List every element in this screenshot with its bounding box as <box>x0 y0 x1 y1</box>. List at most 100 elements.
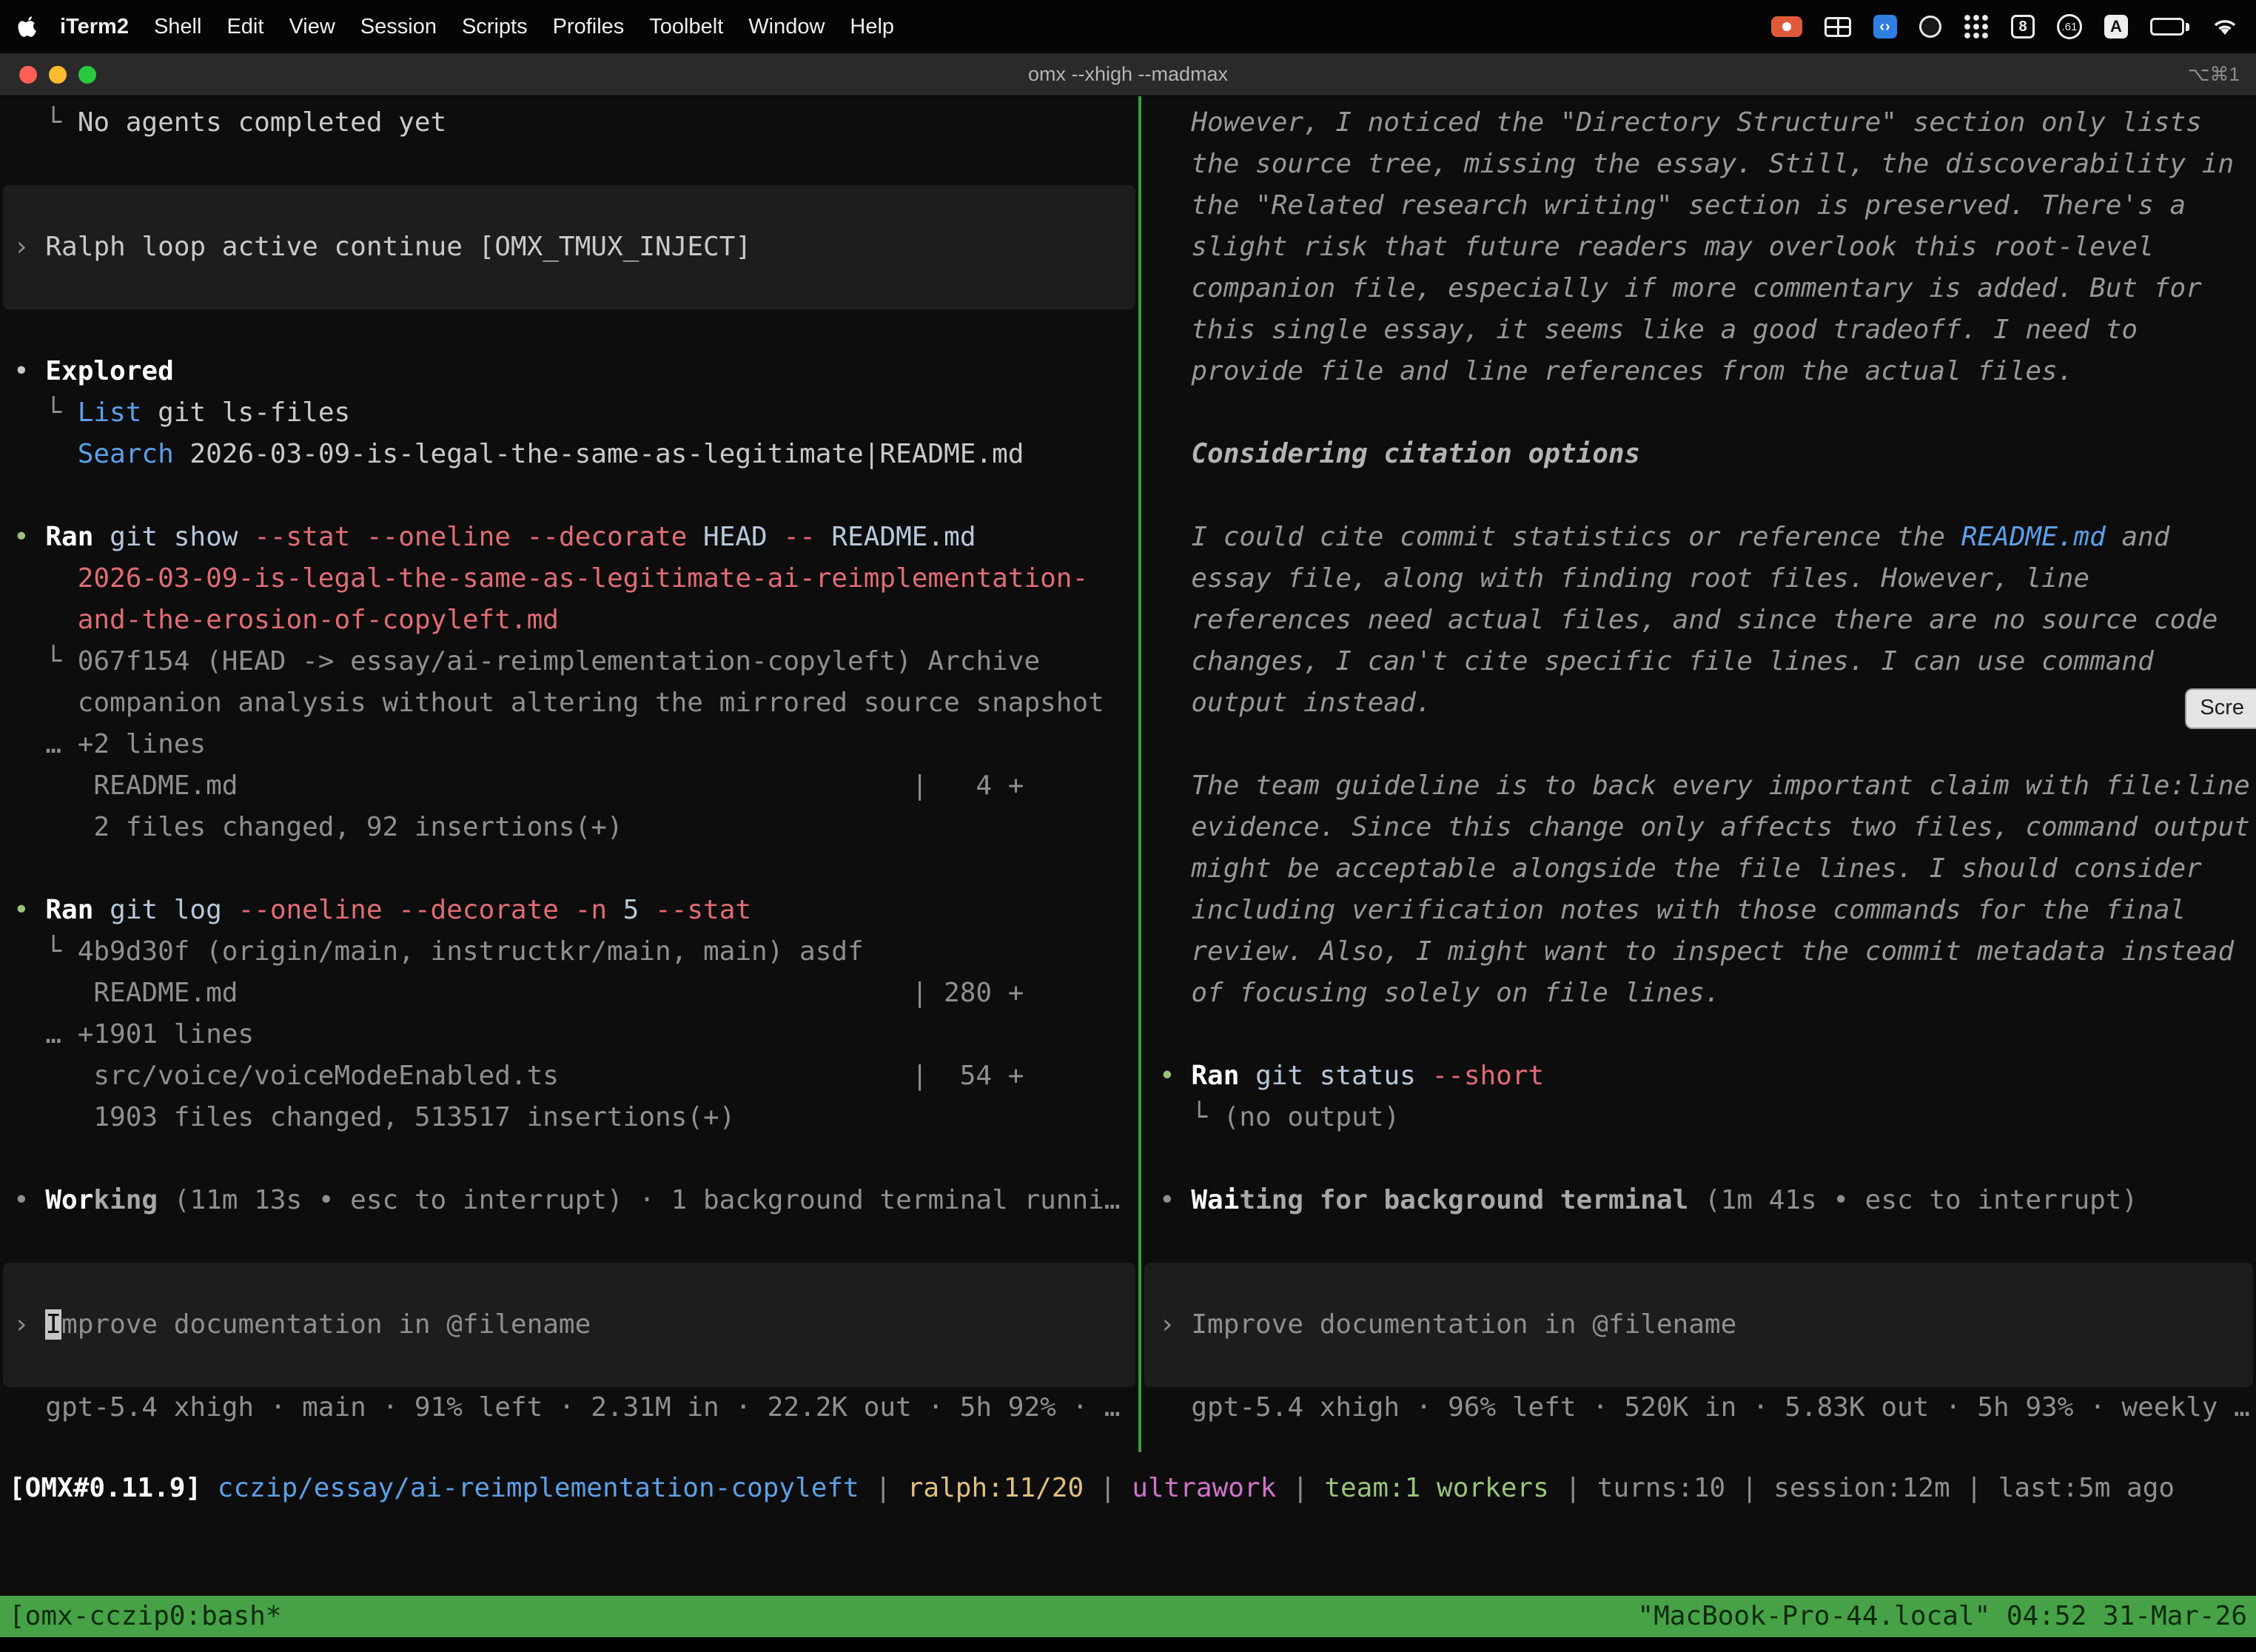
terminal-line: … +1901 lines <box>0 1014 1138 1055</box>
battery-icon[interactable] <box>2150 18 2189 36</box>
text-segment: 067f154 (HEAD -> essay/ai-reimplementati… <box>78 646 1040 676</box>
text-segment: including verification notes with those … <box>1159 895 2186 925</box>
dots-grid-icon[interactable] <box>1964 15 1989 38</box>
menubar-item-view[interactable]: View <box>276 15 347 38</box>
text-segment: king <box>93 1185 158 1215</box>
terminal-line: 2026-03-09-is-legal-the-same-as-legitima… <box>0 558 1138 600</box>
text-segment: git status <box>1239 1061 1431 1091</box>
ralph-status-text: › Ralph loop active continue [OMX_TMUX_I… <box>13 226 751 268</box>
menubar-item-iterm2[interactable]: iTerm2 <box>47 15 141 38</box>
menubar-item-help[interactable]: Help <box>837 15 907 38</box>
left-prompt-input[interactable]: › Improve documentation in @filename <box>3 1263 1135 1387</box>
terminal-line: └ List git ls-files <box>0 392 1138 434</box>
terminal-line: evidence. Since this change only affects… <box>1141 807 2256 848</box>
shell-empty-area <box>0 1508 2256 1596</box>
text-segment: 2026-03-09-is-legal-the-same-as-legitima… <box>174 439 1024 469</box>
meter-icon[interactable] <box>2057 14 2082 39</box>
right-prompt-placeholder: › Improve documentation in @filename <box>1159 1304 1736 1346</box>
text-segment: List <box>78 397 142 428</box>
text-segment: › <box>13 1309 45 1340</box>
right-prompt-input[interactable]: › Improve documentation in @filename <box>1144 1263 2253 1387</box>
text-segment: src/voice/voiceModeEnabled.ts | 54 + <box>13 1061 1024 1091</box>
text-segment: … +2 lines <box>13 729 206 759</box>
menubar-item-edit[interactable]: Edit <box>214 15 276 38</box>
terminal-area: └ No agents completed yet › Ralph loop a… <box>0 96 2256 1452</box>
text-segment: gpt-5.4 xhigh · main · 91% left · 2.31M … <box>13 1392 1121 1423</box>
terminal-line: and-the-erosion-of-copyleft.md <box>0 600 1138 641</box>
text-segment: the "Related research writing" section i… <box>1159 190 2186 221</box>
apple-icon[interactable] <box>18 14 40 39</box>
terminal-line: • Ran git log --oneline --decorate -n 5 … <box>0 890 1138 931</box>
right-terminal-pane[interactable]: However, I noticed the "Directory Struct… <box>1141 96 2256 1452</box>
screen-bottom-strip <box>0 1637 2256 1652</box>
text-segment: ralph:11/20 <box>907 1473 1084 1503</box>
menubar-item-toolbelt[interactable]: Toolbelt <box>637 15 736 38</box>
zoom-button[interactable] <box>78 66 96 84</box>
left-prompt-placeholder: › Improve documentation in @filename <box>13 1304 591 1346</box>
text-segment: README.md | 4 + <box>13 770 1024 801</box>
terminal-line: However, I noticed the "Directory Struct… <box>1141 102 2256 144</box>
text-segment: Wai <box>1191 1185 1239 1215</box>
text-segment: --stat --oneline --decorate <box>254 522 687 552</box>
terminal-line: this single essay, it seems like a good … <box>1141 309 2256 351</box>
terminal-line: └ (no output) <box>1141 1097 2256 1138</box>
terminal-line: └ No agents completed yet <box>0 102 1138 144</box>
terminal-line: output instead. <box>1141 682 2256 724</box>
text-segment: • <box>13 522 45 552</box>
text-segment: Ran <box>45 522 93 552</box>
text-segment: └ <box>13 646 78 676</box>
terminal-line <box>1141 475 2256 517</box>
circle-icon[interactable] <box>1919 16 1941 38</box>
terminal-line: • Ran git status --short <box>1141 1055 2256 1097</box>
text-segment: 2026-03-09-is-legal-the-same-as-legitima… <box>78 563 1088 594</box>
text-segment: I <box>45 1309 61 1340</box>
screenshot-tooltip[interactable]: Scre <box>2185 688 2256 729</box>
code-icon[interactable] <box>1873 15 1897 38</box>
text-segment: companion file, especially if more comme… <box>1159 273 2202 303</box>
left-terminal-pane[interactable]: └ No agents completed yet › Ralph loop a… <box>0 96 1138 1452</box>
text-segment: changes, I can't cite specific file line… <box>1159 646 2154 676</box>
terminal-line: I could cite commit statistics or refere… <box>1141 517 2256 558</box>
text-segment: and-the-erosion-of-copyleft.md <box>78 605 559 635</box>
tmux-session-window-label: [omx-cczip0:bash* <box>9 1596 281 1637</box>
text-segment: and <box>2106 522 2170 552</box>
text-segment: 1903 files changed, 513517 insertions(+) <box>13 1102 735 1132</box>
text-segment: "MacBook-Pro-44.local" 04:52 31-Mar-26 <box>1637 1601 2247 1631</box>
text-segment: last:5m ago <box>1998 1473 2175 1503</box>
menubar-item-scripts[interactable]: Scripts <box>449 15 540 38</box>
text-segment: [OMX#0.11.9] <box>9 1473 218 1503</box>
wifi-icon[interactable] <box>2212 16 2238 37</box>
terminal-line: Search 2026-03-09-is-legal-the-same-as-l… <box>0 434 1138 475</box>
text-segment: [omx-cczip0:bash* <box>9 1601 281 1631</box>
battery-tip <box>2186 23 2189 31</box>
terminal-line <box>0 475 1138 517</box>
traffic-lights <box>0 66 96 84</box>
terminal-line: companion file, especially if more comme… <box>1141 268 2256 309</box>
text-segment: --short <box>1431 1061 1544 1091</box>
grid-icon[interactable] <box>1824 17 1851 37</box>
terminal-line: provide file and line references from th… <box>1141 351 2256 392</box>
key-8-icon[interactable] <box>2011 15 2035 38</box>
left-terminal-output-top: └ No agents completed yet <box>0 102 1138 185</box>
text-segment: | <box>1725 1473 1773 1503</box>
terminal-line <box>0 309 1138 351</box>
text-segment: | <box>1276 1473 1324 1503</box>
minimize-button[interactable] <box>49 66 67 84</box>
menubar-item-shell[interactable]: Shell <box>141 15 215 38</box>
terminal-line: of focusing solely on file lines. <box>1141 973 2256 1014</box>
terminal-line <box>1141 1138 2256 1180</box>
terminal-line: The team guideline is to back every impo… <box>1141 765 2256 807</box>
text-segment <box>13 563 78 594</box>
input-source-icon[interactable] <box>2104 15 2128 38</box>
text-segment: Ran <box>45 895 93 925</box>
screen-recording-icon[interactable] <box>1771 16 1802 37</box>
menubar-items: iTerm2ShellEditViewSessionScriptsProfile… <box>47 15 907 39</box>
menubar-item-session[interactable]: Session <box>348 15 449 38</box>
menubar-item-window[interactable]: Window <box>736 15 837 38</box>
text-segment: › <box>1159 1309 1191 1340</box>
text-segment: git ls-files <box>141 397 350 428</box>
menubar-item-profiles[interactable]: Profiles <box>540 15 637 38</box>
text-segment: team:1 workers <box>1324 1473 1548 1503</box>
terminal-line: └ 067f154 (HEAD -> essay/ai-reimplementa… <box>0 641 1138 682</box>
close-button[interactable] <box>19 66 37 84</box>
